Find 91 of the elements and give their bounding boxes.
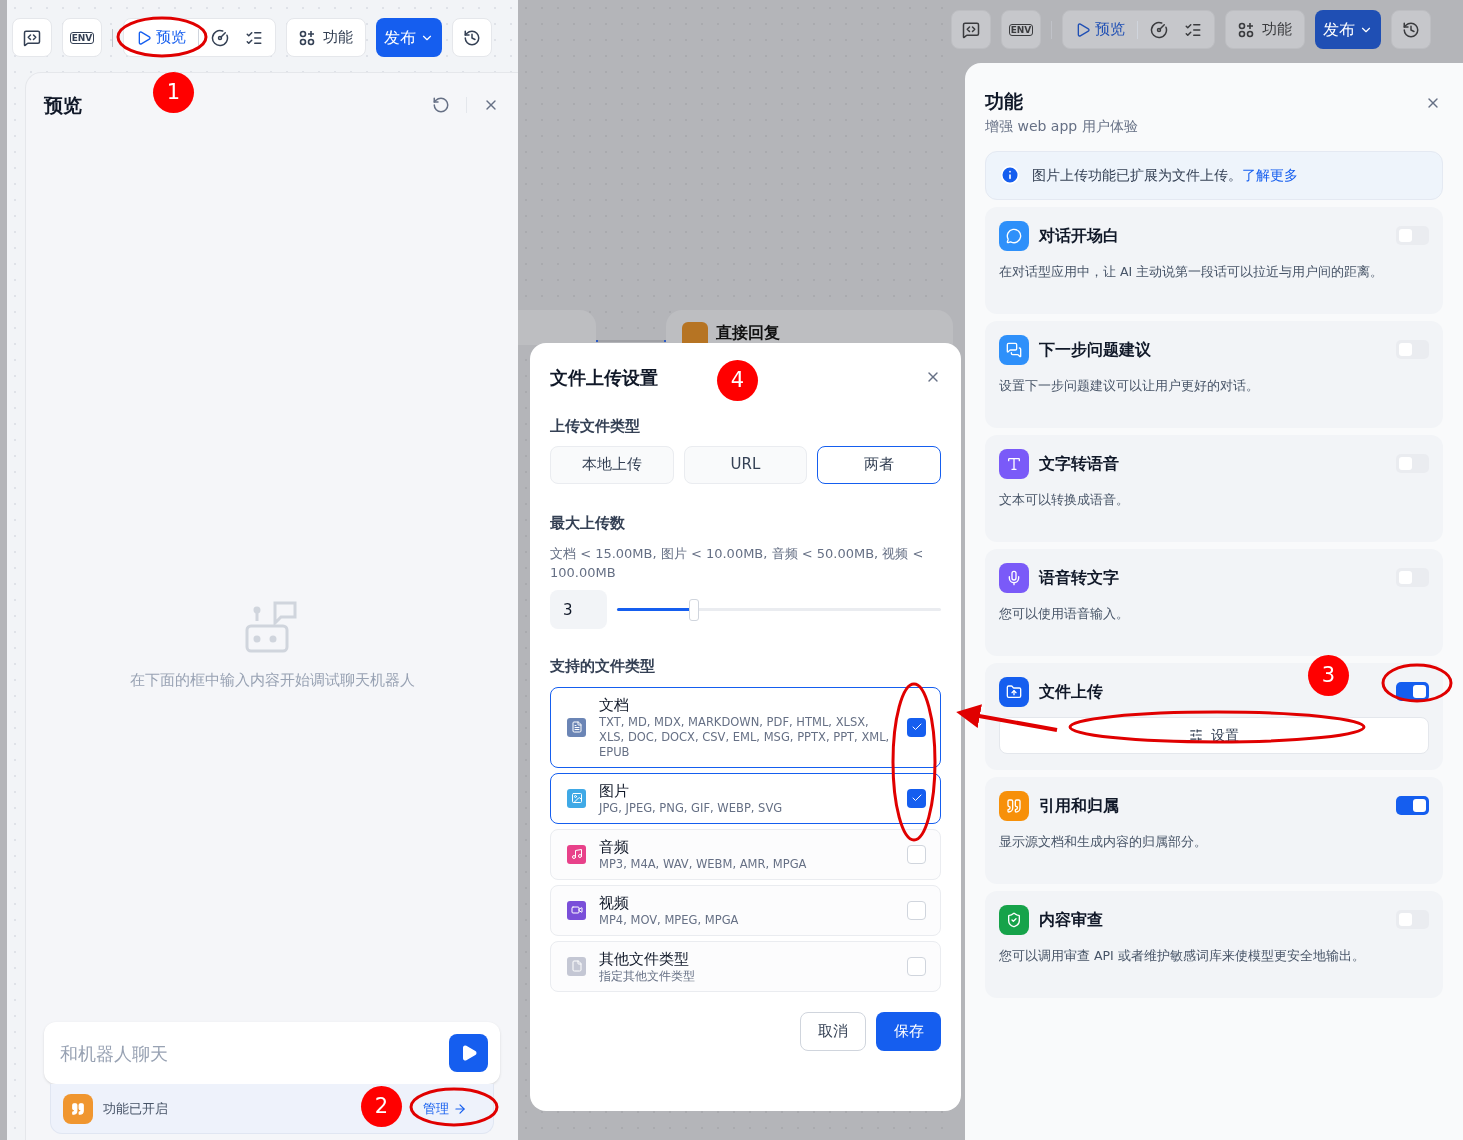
chat-input-field[interactable]: 和机器人聊天 [60, 1039, 449, 1067]
quote-icon [63, 1093, 93, 1124]
variables-button[interactable] [951, 10, 991, 49]
reply-node-icon [682, 321, 708, 344]
preview-button[interactable]: 预览 [128, 26, 194, 49]
feature-title: 对话开场白 [1039, 224, 1119, 247]
file-type-option[interactable]: 文档 TXT, MD, MDX, MARKDOWN, PDF, HTML, XLSX, XLS, DOC, DOCX, CSV, EML, MSG, PPTX, PPT, XML, EPUB [550, 686, 941, 768]
robot-chat-icon [245, 601, 299, 653]
preview-button[interactable]: 预览 [1067, 18, 1133, 41]
feature-description: 在对话型应用中，让 AI 主动说第一段话可以拉近与用户间的距离。 [999, 262, 1385, 281]
chat-code-icon [23, 28, 41, 47]
file-type-checkbox[interactable] [907, 788, 926, 808]
feature-title: 引用和归属 [1039, 794, 1119, 817]
file-type-option[interactable]: 音频 MP3, M4A, WAV, WEBM, AMR, MPGA [550, 828, 941, 880]
file-type-option[interactable]: 视频 MP4, MOV, MPEG, MPGA [550, 884, 941, 936]
gauge-icon [211, 28, 229, 47]
feature-title: 文字转语音 [1039, 452, 1119, 475]
feature-description: 您可以调用审查 API 或者维护敏感词库来使模型更安全地输出。 [999, 946, 1366, 965]
history-icon [1402, 20, 1420, 39]
file-type-option[interactable]: 其他文件类型 指定其他文件类型 [550, 940, 941, 992]
reset-icon[interactable] [432, 96, 450, 114]
arrow-right-icon [453, 1101, 467, 1116]
preview-title: 预览 [44, 92, 82, 118]
features-button[interactable]: 功能 [286, 18, 366, 57]
cancel-button[interactable]: 取消 [800, 1011, 866, 1051]
history-button[interactable] [1391, 10, 1431, 49]
file-type-option[interactable]: 图片 JPG, JPEG, PNG, GIF, WEBP, SVG [550, 772, 941, 824]
info-text: 图片上传功能已扩展为文件上传。了解更多 [1032, 165, 1298, 185]
reply-node[interactable]: 直接回复 [666, 310, 953, 345]
feature-title: 内容审查 [1039, 908, 1103, 931]
section-label: 上传文件类型 [550, 416, 641, 437]
sliders-icon [1189, 728, 1203, 742]
file-type-extensions: TXT, MD, MDX, MARKDOWN, PDF, HTML, XLSX, XLS, DOC, DOCX, CSV, EML, MSG, PPTX, PPT, XML, EPUB [599, 714, 891, 760]
send-button[interactable] [449, 1034, 488, 1072]
section-label: 支持的文件类型 [550, 656, 656, 677]
file-type-name: 文档 [599, 694, 630, 715]
publish-button[interactable]: 发布 [376, 18, 442, 57]
panel-subtitle: 增强 web app 用户体验 [985, 116, 1138, 136]
file-type-extensions: JPG, JPEG, PNG, GIF, WEBP, SVG [599, 800, 784, 816]
save-button[interactable]: 保存 [876, 1011, 941, 1051]
highlight-ellipse [1381, 663, 1453, 703]
file-type-name: 其他文件类型 [599, 948, 690, 969]
file-type-checkbox[interactable] [907, 717, 926, 737]
upload-method-option[interactable]: URL [683, 445, 808, 484]
chat-input[interactable]: 和机器人聊天 [44, 1022, 500, 1084]
empty-state-text: 在下面的框中输入内容开始调试聊天机器人 [129, 670, 415, 691]
gauge-icon [1150, 20, 1168, 39]
feature-title: 文件上传 [1039, 680, 1103, 703]
feature-description: 文本可以转换成语音。 [999, 490, 1130, 509]
play-icon [1075, 21, 1091, 38]
info-icon [1000, 165, 1020, 185]
slider-thumb[interactable] [688, 598, 699, 621]
file-type-name: 图片 [599, 780, 630, 801]
feature-title: 下一步问题建议 [1039, 338, 1151, 361]
size-limits-text: 文档 < 15.00MB, 图片 < 10.00MB, 音频 < 50.00MB, 视频 < 100.00MB [550, 545, 925, 582]
workflow-node[interactable] [518, 310, 596, 345]
settings-button[interactable]: 设置 [999, 716, 1429, 754]
upload-method-option[interactable]: 本地上传 [550, 445, 674, 484]
chat-code-icon [962, 20, 980, 39]
feature-title: 语音转文字 [1039, 566, 1119, 589]
file-type-extensions: MP3, M4A, WAV, WEBM, AMR, MPGA [599, 856, 808, 872]
file-type-extensions: 指定其他文件类型 [599, 968, 696, 984]
features-button[interactable]: 功能 [1225, 10, 1305, 49]
features-icon [1238, 21, 1254, 38]
features-icon [299, 29, 315, 46]
feature-description: 您可以使用语音输入。 [999, 604, 1130, 623]
file-type-checkbox[interactable] [907, 900, 926, 920]
manage-link[interactable]: 管理 [423, 1098, 467, 1119]
feature-toggle[interactable] [1396, 796, 1429, 815]
panel-title: 功能 [985, 89, 1024, 114]
check-icon [910, 792, 923, 804]
dialog-title: 文件上传设置 [550, 365, 658, 390]
learn-more-link[interactable]: 了解更多 [1242, 166, 1298, 183]
feature-description: 显示源文档和生成内容的归属部分。 [999, 832, 1208, 851]
publish-button[interactable]: 发布 [1315, 10, 1381, 49]
history-icon [463, 28, 481, 47]
check-icon [910, 721, 923, 733]
upload-method-option[interactable]: 两者 [817, 445, 941, 484]
file-type-name: 视频 [599, 892, 630, 913]
file-type-name: 音频 [599, 836, 630, 857]
file-type-extensions: MP4, MOV, MPEG, MPGA [599, 912, 740, 928]
node-title: 直接回复 [716, 321, 780, 344]
features-status-text: 功能已开启 [103, 1099, 168, 1118]
env-button[interactable]: ENV [62, 18, 102, 57]
play-icon [136, 29, 152, 46]
file-type-checkbox[interactable] [907, 844, 926, 864]
max-uploads-field[interactable]: 3 [550, 590, 607, 629]
file-type-checkbox[interactable] [907, 956, 926, 976]
section-label: 最大上传数 [550, 512, 626, 534]
env-button[interactable]: ENV [1001, 10, 1041, 49]
feature-description: 设置下一步问题建议可以让用户更好的对话。 [999, 376, 1260, 395]
